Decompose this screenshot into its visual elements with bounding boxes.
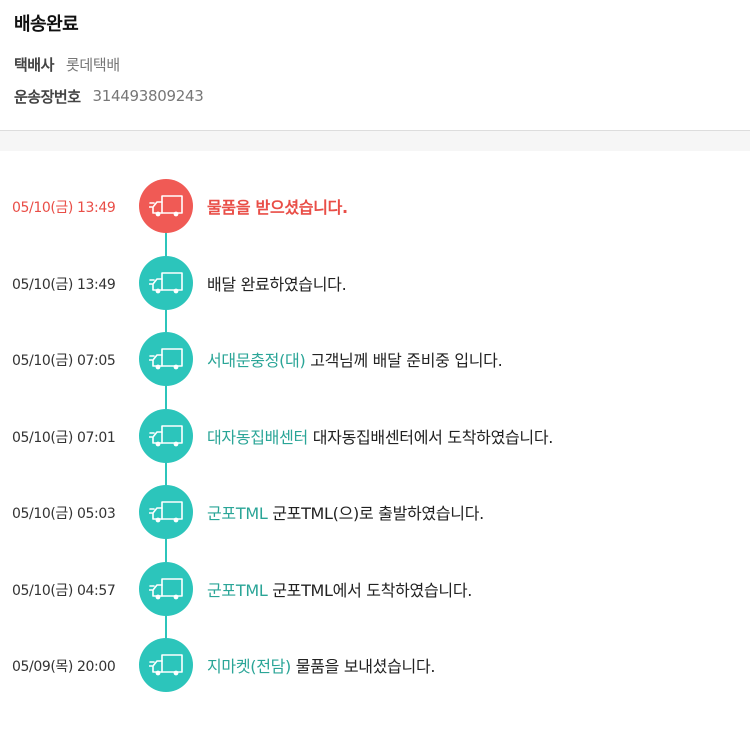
truck-icon bbox=[139, 179, 193, 233]
truck-icon bbox=[139, 561, 193, 616]
tracking-number-label: 운송장번호 bbox=[14, 87, 81, 106]
truck-icon bbox=[139, 638, 193, 692]
event-message: 물품을 받으셨습니다. bbox=[207, 194, 348, 218]
truck-icon bbox=[139, 332, 193, 386]
timeline-event: 05/09(목) 20:00 지마켓(전담) 물품을 보내셨습니다. bbox=[0, 638, 750, 692]
timeline-event: 05/10(금) 13:49 물품을 받으셨습니다. bbox=[0, 179, 750, 233]
event-location: 군포TML bbox=[207, 504, 268, 523]
event-message-text: 물품을 받으셨습니다. bbox=[207, 198, 348, 217]
event-time: 05/10(금) 05:03 bbox=[12, 506, 116, 522]
timeline-event: 05/10(금) 07:05 서대문충정(대) 고객님께 배달 준비중 입니다. bbox=[0, 332, 750, 386]
courier-label: 택배사 bbox=[14, 55, 54, 74]
event-location: 군포TML bbox=[207, 580, 268, 600]
event-message: 배달 완료하였습니다. bbox=[207, 271, 347, 295]
event-message-text: 물품을 보내셨습니다. bbox=[295, 657, 436, 676]
tracking-number-row: 운송장번호 314493809243 bbox=[14, 85, 736, 107]
event-message: 지마켓(전담) 물품을 보내셨습니다. bbox=[207, 653, 435, 677]
event-time: 05/10(금) 13:49 bbox=[12, 276, 116, 293]
delivery-status-title: 배송완료 bbox=[14, 14, 79, 35]
timeline-event: 05/10(금) 07:01 대자동집배센터 대자동집배센터에서 도착하였습니다. bbox=[0, 408, 750, 463]
courier-row: 택배사 롯데택배 bbox=[14, 53, 736, 75]
tracking-number-value: 314493809243 bbox=[92, 87, 204, 105]
event-time: 05/10(금) 07:01 bbox=[12, 429, 116, 446]
event-message: 서대문충정(대) 고객님께 배달 준비중 입니다. bbox=[207, 347, 503, 371]
event-message: 대자동집배센터 대자동집배센터에서 도착하였습니다. bbox=[207, 424, 553, 448]
event-message-text: 대자동집배센터에서 도착하였습니다. bbox=[312, 427, 554, 447]
event-message-text: 배달 완료하였습니다. bbox=[207, 274, 347, 294]
event-time: 05/09(목) 20:00 bbox=[12, 659, 116, 675]
tracking-timeline: 05/10(금) 13:49 물품을 받으셨습니다. 05/10(금) 13:49 배… bbox=[0, 151, 750, 731]
event-message-text: 군포TML(으)로 출발하였습니다. bbox=[272, 504, 484, 523]
event-time: 05/10(금) 07:05 bbox=[12, 353, 116, 369]
event-location: 지마켓(전담) bbox=[207, 657, 291, 676]
event-message-text: 고객님께 배달 준비중 입니다. bbox=[310, 351, 503, 370]
truck-icon bbox=[139, 485, 193, 539]
event-message-text: 군포TML에서 도착하였습니다. bbox=[272, 580, 473, 600]
event-location: 대자동집배센터 bbox=[207, 427, 308, 447]
event-message: 군포TML 군포TML(으)로 출발하였습니다. bbox=[207, 500, 484, 524]
event-location: 서대문충정(대) bbox=[207, 351, 306, 370]
truck-icon bbox=[139, 408, 193, 463]
event-time: 05/10(금) 13:49 bbox=[12, 200, 116, 216]
section-divider bbox=[0, 130, 750, 151]
timeline-event: 05/10(금) 04:57 군포TML 군포TML에서 도착하였습니다. bbox=[0, 561, 750, 616]
event-time: 05/10(금) 04:57 bbox=[12, 582, 116, 599]
timeline-event: 05/10(금) 13:49 배달 완료하였습니다. bbox=[0, 255, 750, 310]
tracking-header: 배송완료 택배사 롯데택배 운송장번호 314493809243 bbox=[0, 0, 750, 120]
truck-icon bbox=[139, 255, 193, 310]
timeline-event: 05/10(금) 05:03 군포TML 군포TML(으)로 출발하였습니다. bbox=[0, 485, 750, 539]
event-message: 군포TML 군포TML에서 도착하였습니다. bbox=[207, 577, 472, 601]
courier-value: 롯데택배 bbox=[65, 55, 120, 74]
